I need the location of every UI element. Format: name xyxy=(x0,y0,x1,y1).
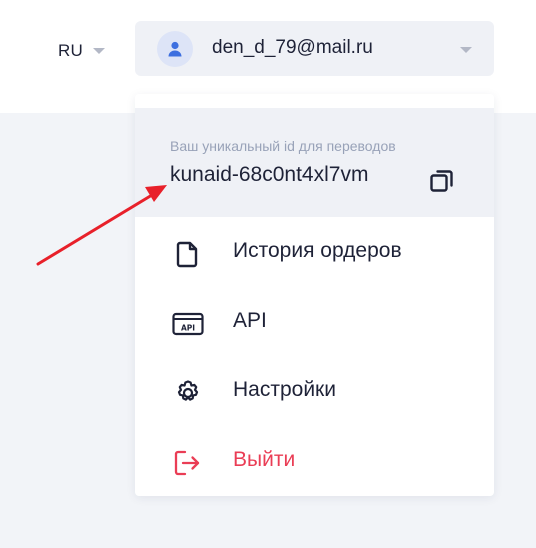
language-code: RU xyxy=(58,41,83,60)
copy-id-button[interactable] xyxy=(428,166,456,194)
dropdown-spacer xyxy=(135,94,494,108)
menu-item-label: История ордеров xyxy=(233,239,402,262)
menu-item-api[interactable]: API API xyxy=(135,292,494,352)
transfer-id-block: Ваш уникальный id для переводов kunaid-6… xyxy=(135,108,494,217)
menu-item-label: Выйти xyxy=(233,448,296,471)
menu-item-label: API xyxy=(233,309,267,332)
svg-text:API: API xyxy=(181,324,195,333)
gear-icon xyxy=(172,377,204,409)
account-email: den_d_79@mail.ru xyxy=(212,37,373,58)
chevron-down-icon xyxy=(92,48,105,54)
avatar xyxy=(157,31,193,67)
copy-icon xyxy=(430,170,453,192)
account-dropdown: Ваш уникальный id для переводов kunaid-6… xyxy=(135,94,494,496)
chevron-down-icon xyxy=(460,47,472,53)
menu-item-logout[interactable]: Выйти xyxy=(135,431,494,491)
account-menu-toggle[interactable]: den_d_79@mail.ru xyxy=(135,21,494,76)
menu-item-settings[interactable]: Настройки xyxy=(135,361,494,421)
api-icon: API xyxy=(172,308,204,340)
transfer-id-value[interactable]: kunaid-68c0nt4xl7vm xyxy=(170,163,368,187)
user-icon xyxy=(168,41,182,57)
document-icon xyxy=(172,238,204,270)
transfer-id-caption: Ваш уникальный id для переводов xyxy=(170,138,396,154)
menu-item-orders-history[interactable]: История ордеров xyxy=(135,222,494,282)
menu-item-label: Настройки xyxy=(233,378,336,401)
logout-icon xyxy=(172,447,204,479)
language-selector[interactable]: RU xyxy=(58,38,105,64)
